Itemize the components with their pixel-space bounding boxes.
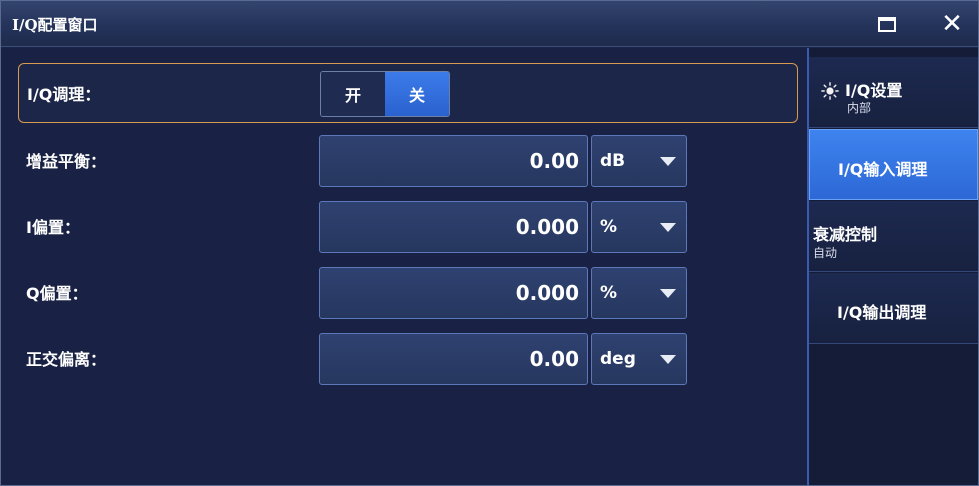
title-bar[interactable]: I/Q配置窗口 ✕ [1,1,978,47]
quadrature-skew-unit: deg [600,349,636,369]
sidebar-item-iq-settings[interactable]: I/Q设置 内部 [809,57,978,128]
i-offset-unit-select[interactable]: % [591,201,687,253]
gain-balance-input[interactable]: 0.00 [319,135,588,187]
gain-balance-unit: dB [600,151,626,171]
sidebar-item-iq-output-conditioning[interactable]: I/Q输出调理 [809,273,978,344]
iq-config-window: I/Q配置窗口 ✕ I/Q调理： 开 关 增益平衡： 0.00 dB I偏置： … [0,0,979,486]
maximize-button[interactable] [873,11,901,37]
chevron-down-icon [660,355,676,364]
iq-modulation-toggle[interactable]: 开 关 [320,71,450,117]
sidebar-item-sublabel: 内部 [847,101,872,115]
sidebar-item-attenuation-control[interactable]: 衰减控制 自动 [809,201,978,272]
quadrature-skew-label: 正交偏离： [26,350,107,369]
quadrature-skew-unit-select[interactable]: deg [591,333,687,385]
iq-modulation-label: I/Q调理： [27,85,101,104]
toggle-option-on[interactable]: 开 [321,72,385,116]
i-offset-input[interactable]: 0.000 [319,201,588,253]
q-offset-row: Q偏置： 0.000 % [18,262,798,322]
maximize-icon [878,16,896,32]
quadrature-skew-row: 正交偏离： 0.00 deg [18,328,798,388]
settings-panel: I/Q调理： 开 关 增益平衡： 0.00 dB I偏置： 0.000 % Q偏… [1,48,807,485]
i-offset-unit: % [600,217,618,237]
sidebar-item-label: I/Q设置 [845,81,903,100]
q-offset-unit-select[interactable]: % [591,267,687,319]
window-title: I/Q配置窗口 [12,16,98,34]
gain-balance-label: 增益平衡： [26,152,107,171]
sun-icon [821,82,839,100]
chevron-down-icon [660,289,676,298]
close-button[interactable]: ✕ [938,11,966,37]
sidebar-item-label: I/Q输入调理 [838,160,928,179]
q-offset-unit: % [600,283,618,303]
side-menu: I/Q设置 内部 I/Q输入调理 衰减控制 自动 I/Q输出调理 [807,48,978,485]
gain-balance-unit-select[interactable]: dB [591,135,687,187]
sidebar-item-sublabel: 自动 [813,246,838,260]
q-offset-input[interactable]: 0.000 [319,267,588,319]
chevron-down-icon [660,223,676,232]
i-offset-label: I偏置： [26,218,80,237]
iq-modulation-row: I/Q调理： 开 关 [18,63,798,123]
close-icon: ✕ [941,9,963,39]
i-offset-row: I偏置： 0.000 % [18,196,798,256]
quadrature-skew-input[interactable]: 0.00 [319,333,588,385]
toggle-option-off[interactable]: 关 [385,72,449,116]
q-offset-label: Q偏置： [26,284,88,303]
sidebar-item-label: I/Q输出调理 [837,303,927,322]
sidebar-item-label: 衰减控制 [813,225,878,244]
chevron-down-icon [660,157,676,166]
sidebar-item-iq-input-conditioning[interactable]: I/Q输入调理 [809,129,978,200]
gain-balance-row: 增益平衡： 0.00 dB [18,130,798,190]
